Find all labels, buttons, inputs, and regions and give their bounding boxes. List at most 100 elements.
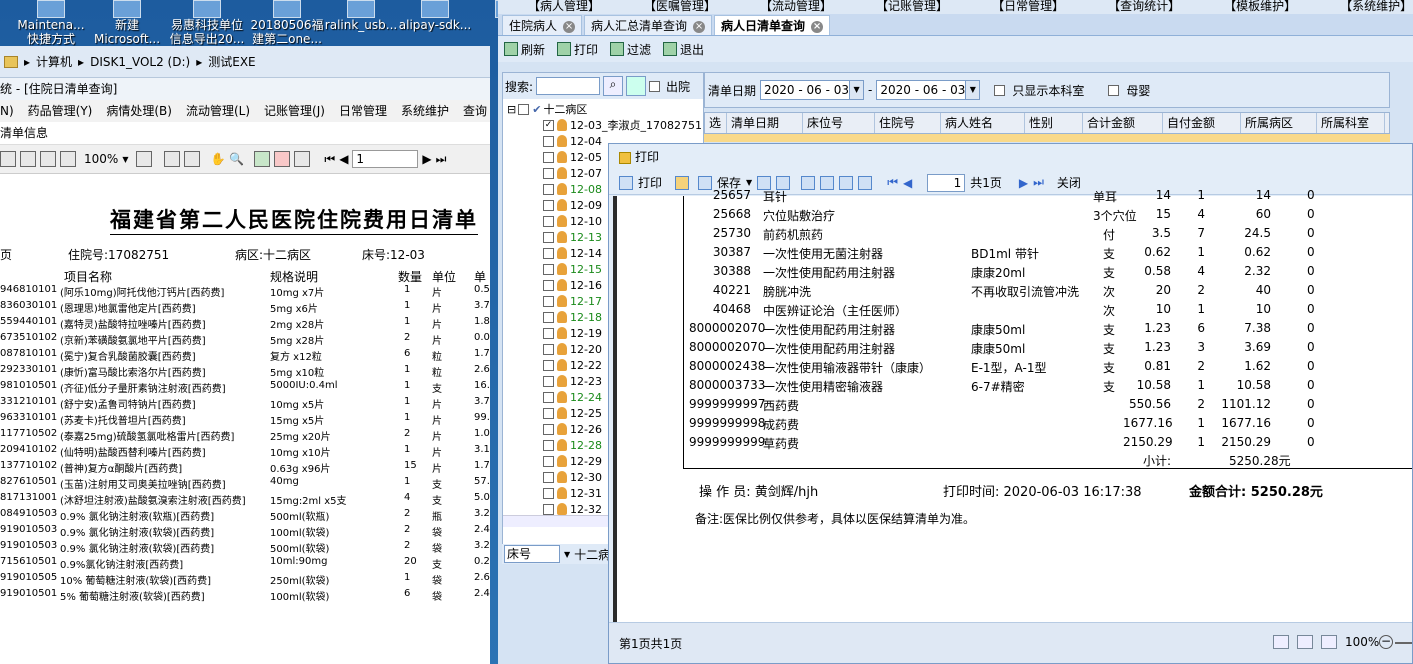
view-single-icon[interactable] (1273, 635, 1289, 649)
tree-patient-node[interactable]: 12-22 (543, 357, 602, 373)
patient-checkbox[interactable]: ✓ (543, 119, 554, 131)
view-double-icon[interactable] (1297, 635, 1313, 649)
zoom-out-icon[interactable]: − (1379, 635, 1393, 649)
main-menu-item[interactable]: 【记账管理】 (876, 0, 948, 14)
exit-button[interactable]: 退出 (663, 41, 704, 58)
patient-checkbox[interactable] (543, 503, 554, 515)
tree-patient-node[interactable]: 12-16 (543, 277, 602, 293)
patient-checkbox[interactable] (543, 231, 554, 243)
page-setup-icon[interactable] (136, 151, 153, 167)
search-input[interactable] (536, 77, 601, 95)
grid-column-header[interactable]: 性别 (1025, 113, 1083, 133)
patient-checkbox[interactable] (543, 183, 554, 195)
page-input[interactable]: 1 (352, 150, 419, 168)
next-page-icon[interactable]: ▶ (422, 152, 431, 166)
desktop-icon[interactable]: ralink_usb... (322, 0, 400, 46)
tree-patient-node[interactable]: 12-30 (543, 469, 602, 485)
patient-checkbox[interactable] (543, 359, 554, 371)
tree-patient-node[interactable]: 12-19 (543, 325, 602, 341)
view-multi-icon[interactable] (1321, 635, 1337, 649)
only-dept-checkbox[interactable] (994, 84, 1006, 96)
patient-checkbox[interactable] (543, 375, 554, 387)
grid-column-header[interactable]: 所属病区 (1241, 113, 1317, 133)
patient-checkbox[interactable] (543, 247, 554, 259)
main-menu-item[interactable]: 【查询统计】 (1108, 0, 1180, 14)
view-double-icon[interactable] (20, 151, 36, 167)
patient-checkbox[interactable] (543, 423, 554, 435)
patient-checkbox[interactable] (543, 327, 554, 339)
patient-checkbox[interactable] (543, 279, 554, 291)
delete-icon[interactable] (274, 151, 291, 167)
tree-patient-node[interactable]: 12-10 (543, 213, 602, 229)
grid-column-header[interactable]: 所属科室 (1317, 113, 1385, 133)
print-button[interactable]: 打印 (557, 41, 598, 58)
grid-column-header[interactable]: 合计金额 (1083, 113, 1163, 133)
tab-3[interactable]: 病人日清单查询 × (714, 15, 831, 35)
grid-column-header[interactable]: 床位号 (803, 113, 875, 133)
tree-patient-node[interactable]: 12-07 (543, 165, 602, 181)
first-page-icon[interactable]: ⏮ (324, 152, 335, 167)
patient-checkbox[interactable] (543, 167, 554, 179)
patient-checkbox[interactable] (543, 151, 554, 163)
patient-checkbox[interactable] (543, 407, 554, 419)
patient-checkbox[interactable] (543, 295, 554, 307)
main-menu-item[interactable]: 【模板维护】 (1224, 0, 1296, 14)
main-menu-item[interactable]: 【医嘱管理】 (644, 0, 716, 14)
date-from-picker[interactable]: 2020 - 06 - 03 ▼ (760, 80, 865, 100)
tree-ward-node[interactable]: ⊟ ✔ 十二病区 (507, 101, 587, 117)
refresh-tree-icon[interactable] (626, 76, 647, 96)
patient-checkbox[interactable] (543, 391, 554, 403)
tree-patient-node[interactable]: 12-24 (543, 389, 602, 405)
tab-1[interactable]: 住院病人 × (502, 15, 583, 35)
ward-checkbox[interactable] (518, 103, 530, 115)
tree-patient-node[interactable]: 12-05 (543, 149, 602, 165)
main-menu-item[interactable]: 【系统维护】 (1340, 0, 1412, 14)
date-to-picker[interactable]: 2020 - 06 - 03 ▼ (876, 80, 981, 100)
tree-patient-node[interactable]: 12-04 (543, 133, 602, 149)
outline-icon[interactable] (184, 151, 201, 167)
breadcrumb-computer[interactable]: 计算机 (36, 53, 72, 70)
left-menu-item[interactable]: 记账管理(J) (264, 100, 325, 122)
chevron-down-icon[interactable]: ▼ (849, 81, 864, 99)
patient-checkbox[interactable] (543, 487, 554, 499)
edit-icon[interactable] (294, 151, 311, 167)
tree-patient-node[interactable]: 12-25 (543, 405, 602, 421)
last-page-icon[interactable]: ⏭ (436, 152, 447, 167)
mother-baby-checkbox[interactable] (1108, 84, 1120, 96)
left-menu-item[interactable]: 流动管理(L) (186, 100, 250, 122)
tree-patient-node[interactable]: 12-26 (543, 421, 602, 437)
desktop-icon[interactable]: 易惠科技单位 信息导出20... (168, 0, 246, 46)
grid-column-header[interactable]: 选 (705, 113, 727, 133)
desktop-icon[interactable]: 新建 Microsoft... (88, 0, 166, 46)
main-menu-item[interactable]: 【病人管理】 (528, 0, 600, 14)
discharge-checkbox[interactable] (649, 80, 661, 92)
prev-page-icon[interactable]: ◀ (339, 152, 348, 166)
tree-patient-node[interactable]: 12-14 (543, 245, 602, 261)
patient-checkbox[interactable] (543, 343, 554, 355)
grid-column-header[interactable]: 自付金额 (1163, 113, 1241, 133)
left-menu-item[interactable]: 药品管理(Y) (28, 100, 93, 122)
view-grid-icon[interactable] (60, 151, 76, 167)
refresh-button[interactable]: 刷新 (504, 41, 545, 58)
hand-icon[interactable]: ✋ (210, 152, 225, 166)
patient-checkbox[interactable] (543, 439, 554, 451)
desktop-icon[interactable]: 20180506福 建第二one... (248, 0, 326, 46)
tree-patient-node[interactable]: 12-09 (543, 197, 602, 213)
left-menu-item[interactable]: 病情处理(B) (106, 100, 172, 122)
patient-checkbox[interactable] (543, 199, 554, 211)
bed-select[interactable]: 床号 (504, 545, 560, 563)
patient-checkbox[interactable] (543, 455, 554, 467)
tree-patient-node[interactable]: 12-20 (543, 341, 602, 357)
tab-2[interactable]: 病人汇总清单查询 × (584, 15, 713, 35)
main-menu-item[interactable]: 【流动管理】 (760, 0, 832, 14)
tree-patient-node[interactable]: 12-28 (543, 437, 602, 453)
patient-checkbox[interactable] (543, 263, 554, 275)
patient-checkbox[interactable] (543, 215, 554, 227)
filter-button[interactable]: 过滤 (610, 41, 651, 58)
zoom-select[interactable]: 100% (84, 152, 118, 166)
ward-select[interactable]: 十二病 (574, 546, 610, 563)
close-icon[interactable]: × (563, 20, 576, 33)
patient-checkbox[interactable] (543, 135, 554, 147)
patient-checkbox[interactable] (543, 471, 554, 483)
chevron-down-icon[interactable]: ▼ (965, 81, 980, 99)
